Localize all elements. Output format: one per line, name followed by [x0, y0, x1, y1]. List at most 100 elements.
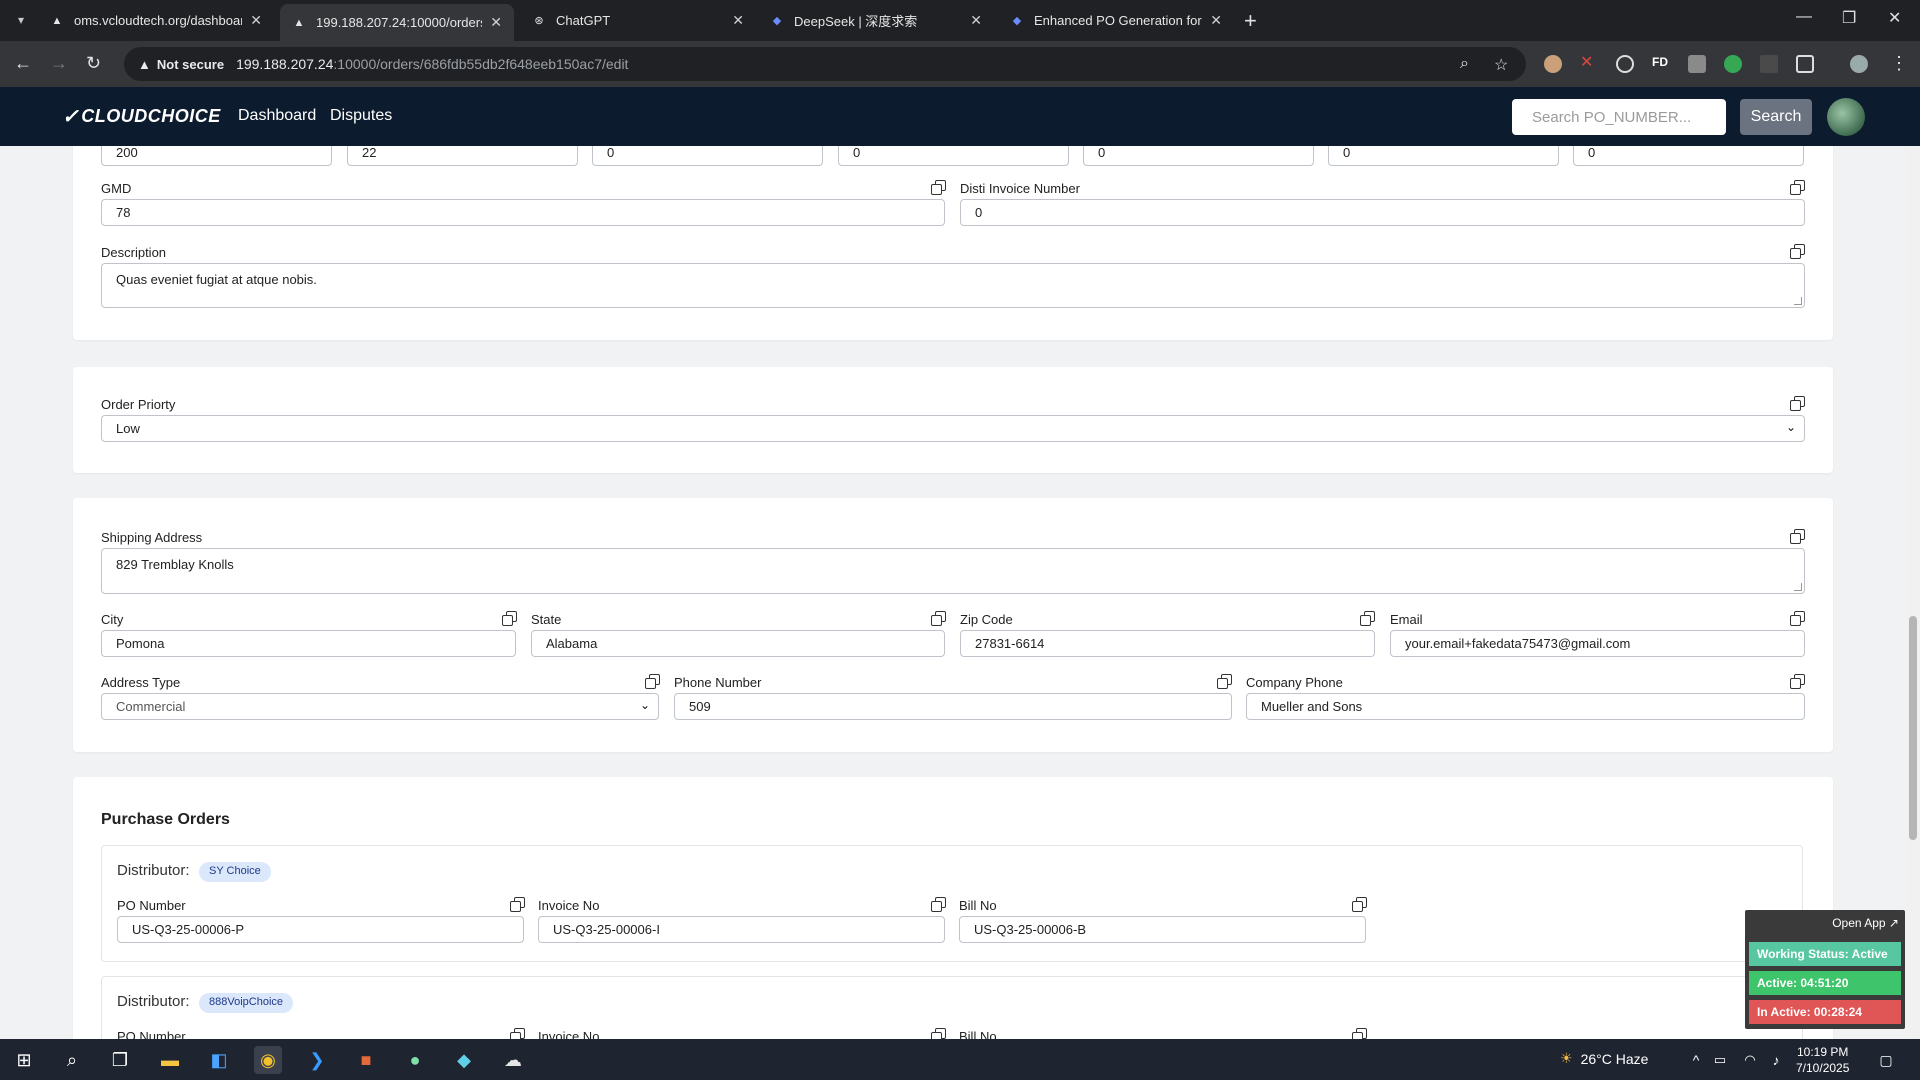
numeric-field[interactable]: 200	[101, 146, 332, 166]
numeric-field[interactable]: 22	[347, 146, 578, 166]
numeric-field[interactable]: 0	[1083, 146, 1314, 166]
company-phone-field[interactable]: Mueller and Sons	[1246, 693, 1805, 720]
back-icon[interactable]: ←	[14, 53, 32, 74]
close-icon[interactable]: ✕	[970, 12, 982, 29]
bookmark-star-icon[interactable]: ☆	[1494, 55, 1508, 75]
nav-disputes[interactable]: Disputes	[330, 107, 392, 125]
copy-icon[interactable]	[931, 897, 946, 912]
numeric-field[interactable]: 0	[1328, 146, 1559, 166]
windows-start-icon[interactable]: ⊞	[10, 1046, 38, 1074]
gmd-field[interactable]: 78	[101, 199, 945, 226]
copy-icon[interactable]	[931, 611, 946, 626]
copy-icon[interactable]	[1790, 180, 1805, 195]
numeric-field[interactable]: 0	[838, 146, 1069, 166]
screen-extension-icon[interactable]	[1760, 55, 1778, 73]
copy-icon[interactable]	[931, 180, 946, 195]
tab-search-chevron-icon[interactable]: ▾	[10, 9, 32, 31]
zoom-icon[interactable]: ⌕	[1460, 55, 1469, 73]
close-window-icon[interactable]: ✕	[1888, 8, 1901, 28]
browser-tab-chatgpt[interactable]: ⊛ ChatGPT ✕	[520, 0, 756, 41]
minimize-icon[interactable]: —	[1796, 8, 1812, 26]
browser-tab-enhanced-po[interactable]: ◆ Enhanced PO Generation for M ✕	[998, 0, 1234, 41]
notifications-icon[interactable]: ▢	[1872, 1046, 1900, 1074]
nav-dashboard[interactable]: Dashboard	[238, 107, 316, 125]
close-icon[interactable]: ✕	[250, 12, 262, 29]
address-type-select[interactable]: Commercial ⌄	[101, 693, 659, 720]
forward-icon[interactable]: →	[50, 53, 68, 74]
email-field[interactable]: your.email+fakedata75473@gmail.com	[1390, 630, 1805, 657]
app-diamond-icon[interactable]: ◆	[450, 1046, 478, 1074]
po-number-field[interactable]: US-Q3-25-00006-P	[117, 916, 524, 943]
network-icon[interactable]: ▭	[1706, 1046, 1734, 1074]
copy-icon[interactable]	[510, 1028, 525, 1039]
copy-icon[interactable]	[1790, 244, 1805, 259]
browser-menu-icon[interactable]: ⋮	[1890, 53, 1908, 74]
vscode-icon[interactable]: ❯	[303, 1046, 331, 1074]
invoice-no-field[interactable]: US-Q3-25-00006-I	[538, 916, 945, 943]
globe-icon[interactable]	[1616, 55, 1634, 73]
description-textarea[interactable]: Quas eveniet fugiat at atque nobis.	[101, 263, 1805, 308]
copy-icon[interactable]	[1790, 529, 1805, 544]
file-explorer-icon[interactable]: ▬	[156, 1046, 184, 1074]
shipping-address-textarea[interactable]: 829 Tremblay Knolls	[101, 548, 1805, 594]
bill-no-field[interactable]: US-Q3-25-00006-B	[959, 916, 1366, 943]
image-extension-icon[interactable]	[1688, 55, 1706, 73]
chrome-icon[interactable]: ◉	[254, 1046, 282, 1074]
volume-icon[interactable]: ♪	[1762, 1046, 1790, 1074]
copy-icon[interactable]	[1217, 674, 1232, 689]
browser-tab-deepseek[interactable]: ◆ DeepSeek | 深度求索 ✕	[758, 0, 994, 41]
security-indicator[interactable]: ▲ Not secure	[138, 57, 224, 72]
zoho-icon[interactable]: ■	[352, 1046, 380, 1074]
zip-code-field[interactable]: 27831-6614	[960, 630, 1375, 657]
extension-x-icon[interactable]: ✕	[1580, 52, 1598, 71]
store-icon[interactable]: ◧	[205, 1046, 233, 1074]
po-search-input[interactable]	[1512, 99, 1726, 135]
state-field[interactable]: Alabama	[531, 630, 945, 657]
copy-icon[interactable]	[510, 897, 525, 912]
numeric-field[interactable]: 0	[1573, 146, 1804, 166]
reload-icon[interactable]: ↻	[86, 53, 101, 74]
open-app-link[interactable]: Open App ↗	[1832, 916, 1899, 930]
cloudchoice-logo[interactable]: ✓ CLOUDCHOICE	[62, 104, 221, 129]
app-cloud-icon[interactable]: ☁	[499, 1046, 527, 1074]
restore-icon[interactable]: ❐	[1842, 8, 1856, 28]
new-tab-icon[interactable]: +	[1244, 8, 1257, 34]
copy-icon[interactable]	[645, 674, 660, 689]
green-extension-icon[interactable]	[1724, 55, 1742, 73]
search-icon[interactable]: ⌕	[58, 1046, 86, 1074]
extension-avatar-icon[interactable]	[1544, 55, 1562, 73]
close-icon[interactable]: ✕	[490, 14, 502, 31]
close-icon[interactable]: ✕	[732, 12, 744, 29]
order-priority-select[interactable]: Low ⌄	[101, 415, 1805, 442]
task-view-icon[interactable]: ❐	[106, 1046, 134, 1074]
browser-tab-orders[interactable]: ▲ 199.188.207.24:10000/orders/6 ✕	[280, 4, 514, 41]
resize-handle-icon[interactable]	[1794, 297, 1802, 305]
numeric-field[interactable]: 0	[592, 146, 823, 166]
disti-invoice-field[interactable]: 0	[960, 199, 1805, 226]
address-bar[interactable]: ▲ Not secure 199.188.207.24 :10000/order…	[124, 47, 1526, 81]
copy-icon[interactable]	[1352, 897, 1367, 912]
copy-icon[interactable]	[1790, 396, 1805, 411]
fd-extension-icon[interactable]: FD	[1652, 55, 1670, 73]
page-scrollbar[interactable]	[1906, 146, 1920, 1039]
copy-icon[interactable]	[931, 1028, 946, 1039]
resize-handle-icon[interactable]	[1794, 583, 1802, 591]
user-avatar[interactable]	[1827, 98, 1865, 136]
copy-icon[interactable]	[1790, 611, 1805, 626]
extensions-puzzle-icon[interactable]	[1796, 55, 1814, 73]
city-field[interactable]: Pomona	[101, 630, 516, 657]
copy-icon[interactable]	[1360, 611, 1375, 626]
profile-avatar-icon[interactable]	[1850, 55, 1868, 73]
copy-icon[interactable]	[502, 611, 517, 626]
weather-widget[interactable]: ☀ 26°C Haze	[1560, 1050, 1648, 1067]
copy-icon[interactable]	[1790, 674, 1805, 689]
copy-icon[interactable]	[1352, 1028, 1367, 1039]
close-icon[interactable]: ✕	[1210, 12, 1222, 29]
wifi-icon[interactable]: ◠	[1736, 1046, 1764, 1074]
scrollbar-thumb[interactable]	[1909, 616, 1917, 840]
system-clock[interactable]: 10:19 PM 7/10/2025	[1796, 1044, 1849, 1076]
phone-number-field[interactable]: 509	[674, 693, 1232, 720]
browser-tab-oms[interactable]: ▲ oms.vcloudtech.org/dashboard ✕	[38, 0, 274, 41]
app-green-icon[interactable]: ●	[401, 1046, 429, 1074]
search-button[interactable]: Search	[1740, 99, 1812, 135]
